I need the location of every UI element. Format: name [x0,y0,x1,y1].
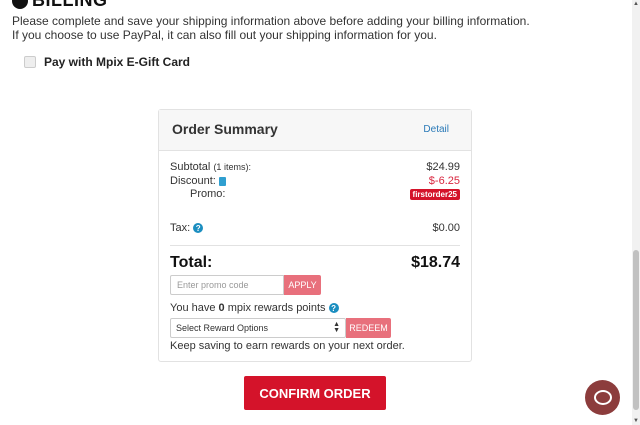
billing-heading: BILLING [12,0,108,11]
help-icon[interactable]: ? [193,223,204,234]
subtotal-value: $24.99 [426,161,460,173]
order-summary-panel: Order Summary Detail Subtotal (1 items):… [158,109,472,362]
detail-link[interactable]: Detail [423,124,449,135]
promo-code-input[interactable]: Enter promo code [170,275,284,295]
confirm-order-button[interactable]: CONFIRM ORDER [244,376,386,410]
page-scrollbar[interactable]: ▲ ▼ [632,0,640,425]
promo-row: Promo: firstorder25 [190,188,460,200]
promo-label: Promo: [190,188,226,200]
scroll-down-icon[interactable]: ▼ [632,417,640,425]
total-label: Total: [170,254,213,271]
reward-options-select[interactable]: Select Reward Options ▲ ▼ [170,318,346,338]
discount-value: $-6.25 [428,175,460,187]
gift-card-checkbox[interactable] [24,56,36,68]
redeem-button[interactable]: REDEEM [346,318,391,338]
keep-saving-text: Keep saving to earn rewards on your next… [170,340,405,352]
discount-row: Discount: $-6.25 [170,175,460,187]
gift-card-label: Pay with Mpix E-Gift Card [44,55,191,69]
reward-select-value: Select Reward Options [176,323,269,333]
scroll-thumb[interactable] [633,250,639,410]
subtotal-label: Subtotal [170,161,211,173]
scroll-up-icon[interactable]: ▲ [632,0,640,8]
summary-divider [170,245,460,246]
total-value: $18.74 [411,254,460,271]
order-summary-title: Order Summary [172,121,278,137]
chat-bubble-icon [593,390,612,405]
subtotal-items: (1 items): [213,162,251,172]
rewards-points: 0 [218,302,225,314]
gift-card-option[interactable]: Pay with Mpix E-Gift Card [24,55,190,69]
notice-line-2: If you choose to use PayPal, it can also… [12,28,437,42]
step-number-icon [12,0,28,10]
discount-label: Discount: [170,175,216,187]
billing-notice: Please complete and save your shipping i… [12,14,612,42]
rewards-suffix: mpix rewards points [227,302,326,314]
chat-icon[interactable] [585,380,620,415]
tax-row: Tax:? $0.00 [170,222,460,234]
rewards-help-icon[interactable]: ? [328,303,339,314]
billing-title: BILLING [32,0,108,10]
apply-button[interactable]: APPLY [284,275,321,295]
order-summary-header: Order Summary Detail [159,110,471,151]
subtotal-row: Subtotal (1 items): $24.99 [170,161,460,173]
select-arrows-icon: ▲ ▼ [333,321,340,334]
rewards-text: You have 0 mpix rewards points? [170,302,339,314]
total-row: Total: $18.74 [170,254,460,272]
promo-code-badge: firstorder25 [409,188,460,200]
trash-icon[interactable] [218,176,226,186]
rewards-prefix: You have [170,302,216,314]
tax-label: Tax: [170,222,191,234]
notice-line-1: Please complete and save your shipping i… [12,14,530,28]
tax-value: $0.00 [432,222,460,234]
